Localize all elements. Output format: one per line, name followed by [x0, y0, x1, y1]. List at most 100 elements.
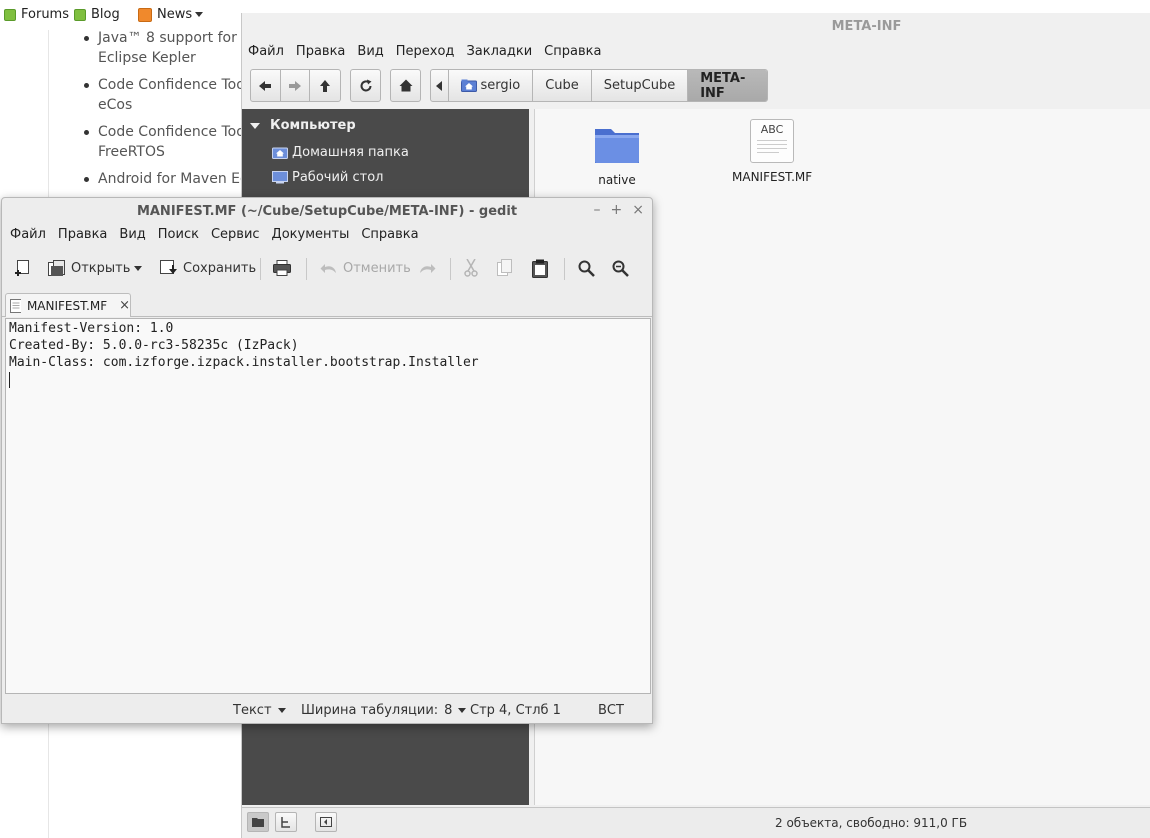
breadcrumb: sergio Cube SetupCube META-INF	[430, 69, 768, 102]
back-button[interactable]	[251, 70, 281, 101]
close-button[interactable]: ×	[632, 202, 644, 218]
cursor-position: Стр 4, Стлб 1	[470, 703, 561, 718]
search-icon	[578, 260, 595, 277]
toggle-sidebar-button[interactable]	[315, 812, 337, 832]
cut-icon	[464, 259, 478, 277]
text-editor[interactable]: Manifest-Version: 1.0 Created-By: 5.0.0-…	[5, 318, 651, 694]
list-item[interactable]: Code Confidence Tool eCos	[82, 75, 252, 115]
nav-group	[250, 69, 341, 102]
menu-bar: Файл Правка Вид Поиск Сервис Документы С…	[4, 224, 425, 246]
home-folder-icon	[460, 79, 477, 92]
breadcrumb-meta-inf[interactable]: META-INF	[688, 70, 767, 101]
back-arrow-icon	[259, 80, 272, 91]
menu-go[interactable]: Переход	[390, 41, 461, 63]
open-document-icon	[48, 259, 65, 276]
expander-down-icon	[250, 122, 260, 129]
window-controls: – + ×	[594, 202, 644, 218]
save-icon	[160, 259, 177, 274]
bookmark-blog[interactable]: Blog	[74, 7, 120, 22]
menu-bookmarks[interactable]: Закладки	[460, 41, 538, 63]
open-button[interactable]: Открыть	[48, 256, 130, 280]
chevron-down-icon	[458, 708, 467, 713]
show-tree-button[interactable]	[275, 812, 297, 832]
breadcrumb-setupcube[interactable]: SetupCube	[592, 70, 689, 101]
toolbar-separator	[306, 258, 307, 280]
file-item-manifest[interactable]: ABC MANIFEST.MF	[732, 119, 812, 184]
menu-file[interactable]: Файл	[242, 41, 290, 63]
breadcrumb-sergio[interactable]: sergio	[449, 70, 534, 101]
toolbar: sergio Cube SetupCube META-INF	[242, 65, 1150, 109]
bookmark-label: News	[157, 7, 193, 22]
tab-manifest[interactable]: MANIFEST.MF ×	[5, 293, 131, 317]
forward-button[interactable]	[281, 70, 311, 101]
sidebar-toggle-icon	[320, 817, 332, 827]
rss-icon	[138, 7, 152, 22]
bookmark-label: Blog	[91, 7, 120, 22]
tab-width-selector[interactable]: Ширина табуляции: 8	[301, 703, 467, 718]
menu-file[interactable]: Файл	[4, 224, 52, 246]
menu-tools[interactable]: Сервис	[205, 224, 266, 246]
gedit-window: MANIFEST.MF (~/Cube/SetupCube/META-INF) …	[1, 197, 653, 724]
editor-line: Main-Class: com.izforge.izpack.installer…	[9, 355, 479, 370]
mint-icon	[74, 8, 86, 21]
reload-button[interactable]	[350, 69, 381, 102]
find-replace-button[interactable]	[612, 256, 629, 280]
sidebar-header-computer[interactable]: Компьютер	[250, 118, 356, 133]
new-document-button[interactable]	[14, 256, 30, 280]
bookmark-news[interactable]: News	[138, 7, 204, 22]
menu-view[interactable]: Вид	[351, 41, 389, 63]
menu-edit[interactable]: Правка	[52, 224, 113, 246]
text-cursor	[9, 372, 10, 388]
list-item[interactable]: Android for Maven Ec	[82, 169, 252, 189]
sidebar-item-desktop[interactable]: Рабочий стол	[272, 170, 383, 185]
open-recent-dropdown[interactable]	[134, 256, 142, 280]
status-bar: 2 объекта, свободно: 911,0 ГБ	[242, 807, 1150, 838]
cut-button[interactable]	[464, 256, 478, 280]
menu-help[interactable]: Справка	[538, 41, 607, 63]
list-item[interactable]: Java™ 8 support for r Eclipse Kepler	[82, 28, 252, 68]
maximize-button[interactable]: +	[611, 202, 623, 218]
print-button[interactable]	[273, 256, 291, 280]
up-button[interactable]	[310, 70, 340, 101]
desktop-icon	[272, 171, 288, 184]
menu-documents[interactable]: Документы	[266, 224, 356, 246]
copy-button[interactable]	[497, 256, 513, 280]
show-places-button[interactable]	[247, 812, 269, 832]
menu-view[interactable]: Вид	[113, 224, 151, 246]
tab-close-icon[interactable]: ×	[119, 298, 130, 313]
document-tabs: MANIFEST.MF ×	[2, 291, 652, 317]
chevron-down-icon	[195, 12, 204, 17]
sidebar-item-home[interactable]: Домашняя папка	[272, 145, 409, 160]
new-document-icon	[15, 259, 29, 276]
toolbar-separator	[450, 258, 451, 280]
menu-help[interactable]: Справка	[355, 224, 424, 246]
file-item-native[interactable]: native	[577, 123, 657, 187]
breadcrumb-cube[interactable]: Cube	[533, 70, 592, 101]
reload-icon	[360, 79, 371, 91]
paste-button[interactable]	[532, 256, 548, 280]
copy-icon	[497, 259, 512, 276]
minimize-button[interactable]: –	[594, 202, 601, 218]
toolbar-separator	[260, 258, 261, 280]
tree-icon	[281, 816, 290, 828]
editor-line: Created-By: 5.0.0-rc3-58235c (IzPack)	[9, 338, 299, 353]
home-button[interactable]	[390, 69, 421, 102]
save-button[interactable]: Сохранить	[160, 256, 256, 280]
home-folder-icon	[272, 147, 288, 159]
editor-line: Manifest-Version: 1.0	[9, 321, 174, 336]
article-list: Java™ 8 support for r Eclipse Kepler Code…	[82, 28, 252, 196]
insert-mode: ВСТ	[598, 703, 624, 718]
menu-search[interactable]: Поиск	[152, 224, 205, 246]
menu-edit[interactable]: Правка	[290, 41, 351, 63]
bookmark-forums[interactable]: Forums	[4, 7, 69, 22]
list-item[interactable]: Code Confidence Tool FreeRTOS	[82, 122, 252, 162]
forward-arrow-icon	[289, 80, 301, 91]
redo-button[interactable]	[418, 256, 436, 280]
language-selector[interactable]: Текст	[233, 703, 286, 718]
undo-button[interactable]: Отменить	[320, 256, 411, 280]
mint-icon	[4, 8, 16, 21]
chevron-left-icon	[436, 80, 443, 91]
menu-bar: Файл Правка Вид Переход Закладки Справка	[242, 41, 607, 63]
find-button[interactable]	[578, 256, 595, 280]
breadcrumb-left-button[interactable]	[431, 70, 449, 101]
